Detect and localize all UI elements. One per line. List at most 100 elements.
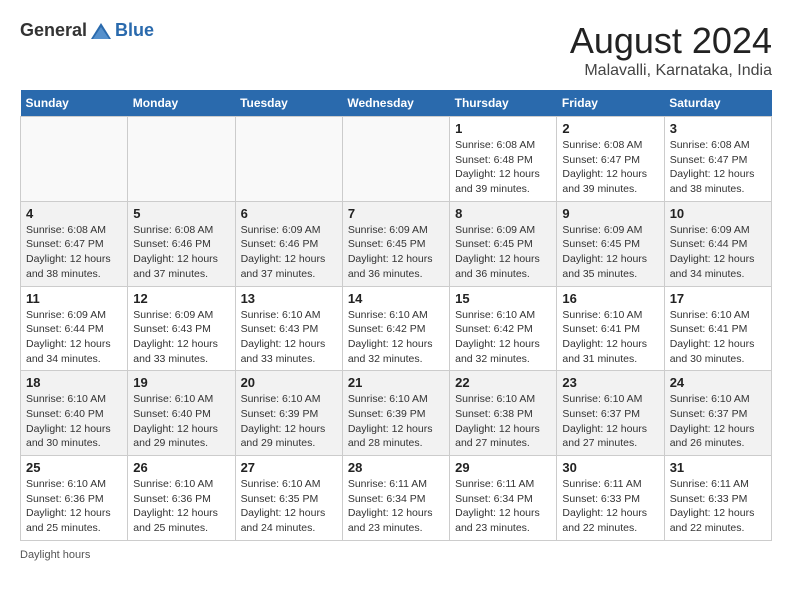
- day-number: 6: [241, 206, 337, 221]
- day-header-tuesday: Tuesday: [235, 90, 342, 117]
- day-number: 24: [670, 375, 766, 390]
- day-number: 1: [455, 121, 551, 136]
- calendar-cell: 11Sunrise: 6:09 AM Sunset: 6:44 PM Dayli…: [21, 286, 128, 371]
- day-info: Sunrise: 6:10 AM Sunset: 6:36 PM Dayligh…: [133, 477, 229, 536]
- calendar-cell: 24 Sunrise: 6:10 AM Sunset: 6:37 PM Dayli…: [664, 371, 771, 456]
- day-number: 18: [26, 375, 122, 390]
- calendar-cell: 21 Sunrise: 6:10 AM Sunset: 6:39 PM Dayli…: [342, 371, 449, 456]
- day-info: Sunrise: 6:10 AM Sunset: 6:42 PM Dayligh…: [455, 308, 551, 367]
- calendar-cell: 17 Sunrise: 6:10 AM Sunset: 6:41 PM Dayli…: [664, 286, 771, 371]
- day-info: Sunrise: 6:10 AM Sunset: 6:41 PM Dayligh…: [670, 308, 766, 367]
- day-number: 19: [133, 375, 229, 390]
- calendar-cell: 20Sunrise: 6:10 AM Sunset: 6:39 PM Dayli…: [235, 371, 342, 456]
- calendar-header-row: SundayMondayTuesdayWednesdayThursdayFrid…: [21, 90, 772, 117]
- day-number: 17: [670, 291, 766, 306]
- day-info: Sunrise: 6:09 AM Sunset: 6:44 PM Dayligh…: [26, 308, 122, 367]
- day-info: Sunrise: 6:09 AM Sunset: 6:45 PM Dayligh…: [348, 223, 444, 282]
- calendar-cell: 22 Sunrise: 6:10 AM Sunset: 6:38 PM Dayli…: [450, 371, 557, 456]
- day-info: Sunrise: 6:08 AM Sunset: 6:48 PM Dayligh…: [455, 138, 551, 197]
- day-info: Sunrise: 6:10 AM Sunset: 6:39 PM Dayligh…: [241, 392, 337, 451]
- day-info: Sunrise: 6:11 AM Sunset: 6:33 PM Dayligh…: [670, 477, 766, 536]
- logo-icon: [89, 21, 113, 41]
- day-number: 3: [670, 121, 766, 136]
- day-info: Sunrise: 6:10 AM Sunset: 6:36 PM Dayligh…: [26, 477, 122, 536]
- day-number: 28: [348, 460, 444, 475]
- calendar-cell: 30 Sunrise: 6:11 AM Sunset: 6:33 PM Dayli…: [557, 456, 664, 541]
- footer-note: Daylight hours: [20, 549, 772, 561]
- day-number: 31: [670, 460, 766, 475]
- day-number: 13: [241, 291, 337, 306]
- calendar-cell: 2Sunrise: 6:08 AM Sunset: 6:47 PM Daylig…: [557, 117, 664, 202]
- day-number: 29: [455, 460, 551, 475]
- day-number: 8: [455, 206, 551, 221]
- calendar-cell: 23 Sunrise: 6:10 AM Sunset: 6:37 PM Dayli…: [557, 371, 664, 456]
- calendar-week-row: 4 Sunrise: 6:08 AM Sunset: 6:47 PM Daylig…: [21, 201, 772, 286]
- calendar-cell: 28 Sunrise: 6:11 AM Sunset: 6:34 PM Dayli…: [342, 456, 449, 541]
- calendar-cell: [235, 117, 342, 202]
- calendar-cell: 10 Sunrise: 6:09 AM Sunset: 6:44 PM Dayli…: [664, 201, 771, 286]
- day-number: 5: [133, 206, 229, 221]
- day-info: Sunrise: 6:09 AM Sunset: 6:46 PM Dayligh…: [241, 223, 337, 282]
- day-number: 4: [26, 206, 122, 221]
- day-header-sunday: Sunday: [21, 90, 128, 117]
- calendar-cell: 16 Sunrise: 6:10 AM Sunset: 6:41 PM Dayli…: [557, 286, 664, 371]
- calendar-cell: 31 Sunrise: 6:11 AM Sunset: 6:33 PM Dayli…: [664, 456, 771, 541]
- calendar-week-row: 18 Sunrise: 6:10 AM Sunset: 6:40 PM Dayli…: [21, 371, 772, 456]
- day-number: 26: [133, 460, 229, 475]
- day-number: 22: [455, 375, 551, 390]
- calendar-cell: 26 Sunrise: 6:10 AM Sunset: 6:36 PM Dayli…: [128, 456, 235, 541]
- day-number: 23: [562, 375, 658, 390]
- day-info: Sunrise: 6:11 AM Sunset: 6:33 PM Dayligh…: [562, 477, 658, 536]
- calendar-cell: 7 Sunrise: 6:09 AM Sunset: 6:45 PM Daylig…: [342, 201, 449, 286]
- day-info: Sunrise: 6:09 AM Sunset: 6:43 PM Dayligh…: [133, 308, 229, 367]
- day-info: Sunrise: 6:09 AM Sunset: 6:45 PM Dayligh…: [562, 223, 658, 282]
- day-number: 30: [562, 460, 658, 475]
- day-number: 21: [348, 375, 444, 390]
- day-number: 10: [670, 206, 766, 221]
- day-header-thursday: Thursday: [450, 90, 557, 117]
- day-info: Sunrise: 6:10 AM Sunset: 6:38 PM Dayligh…: [455, 392, 551, 451]
- day-info: Sunrise: 6:08 AM Sunset: 6:47 PM Dayligh…: [670, 138, 766, 197]
- day-info: Sunrise: 6:08 AM Sunset: 6:47 PM Dayligh…: [562, 138, 658, 197]
- calendar-cell: [21, 117, 128, 202]
- calendar-week-row: 11Sunrise: 6:09 AM Sunset: 6:44 PM Dayli…: [21, 286, 772, 371]
- day-number: 15: [455, 291, 551, 306]
- day-number: 7: [348, 206, 444, 221]
- calendar-cell: [128, 117, 235, 202]
- calendar-cell: 4 Sunrise: 6:08 AM Sunset: 6:47 PM Daylig…: [21, 201, 128, 286]
- day-number: 12: [133, 291, 229, 306]
- day-header-saturday: Saturday: [664, 90, 771, 117]
- day-number: 25: [26, 460, 122, 475]
- day-info: Sunrise: 6:10 AM Sunset: 6:37 PM Dayligh…: [562, 392, 658, 451]
- calendar-cell: 1 Sunrise: 6:08 AM Sunset: 6:48 PM Daylig…: [450, 117, 557, 202]
- calendar-cell: 14Sunrise: 6:10 AM Sunset: 6:42 PM Dayli…: [342, 286, 449, 371]
- page-header: General Blue August 2024 Malavalli, Karn…: [20, 20, 772, 80]
- calendar-cell: 5Sunrise: 6:08 AM Sunset: 6:46 PM Daylig…: [128, 201, 235, 286]
- calendar-cell: 27 Sunrise: 6:10 AM Sunset: 6:35 PM Dayli…: [235, 456, 342, 541]
- calendar-cell: 8Sunrise: 6:09 AM Sunset: 6:45 PM Daylig…: [450, 201, 557, 286]
- day-info: Sunrise: 6:10 AM Sunset: 6:41 PM Dayligh…: [562, 308, 658, 367]
- calendar-table: SundayMondayTuesdayWednesdayThursdayFrid…: [20, 90, 772, 541]
- day-info: Sunrise: 6:10 AM Sunset: 6:39 PM Dayligh…: [348, 392, 444, 451]
- day-number: 27: [241, 460, 337, 475]
- title-block: August 2024 Malavalli, Karnataka, India: [570, 20, 772, 80]
- day-number: 14: [348, 291, 444, 306]
- calendar-cell: 29 Sunrise: 6:11 AM Sunset: 6:34 PM Dayli…: [450, 456, 557, 541]
- calendar-cell: 9Sunrise: 6:09 AM Sunset: 6:45 PM Daylig…: [557, 201, 664, 286]
- month-title: August 2024: [570, 20, 772, 62]
- day-info: Sunrise: 6:09 AM Sunset: 6:44 PM Dayligh…: [670, 223, 766, 282]
- calendar-cell: 19 Sunrise: 6:10 AM Sunset: 6:40 PM Dayli…: [128, 371, 235, 456]
- logo-general: General: [20, 20, 87, 41]
- calendar-cell: 25 Sunrise: 6:10 AM Sunset: 6:36 PM Dayli…: [21, 456, 128, 541]
- day-number: 16: [562, 291, 658, 306]
- calendar-cell: [342, 117, 449, 202]
- day-info: Sunrise: 6:11 AM Sunset: 6:34 PM Dayligh…: [455, 477, 551, 536]
- day-info: Sunrise: 6:11 AM Sunset: 6:34 PM Dayligh…: [348, 477, 444, 536]
- day-info: Sunrise: 6:10 AM Sunset: 6:40 PM Dayligh…: [133, 392, 229, 451]
- calendar-week-row: 1 Sunrise: 6:08 AM Sunset: 6:48 PM Daylig…: [21, 117, 772, 202]
- day-header-friday: Friday: [557, 90, 664, 117]
- day-info: Sunrise: 6:10 AM Sunset: 6:37 PM Dayligh…: [670, 392, 766, 451]
- day-info: Sunrise: 6:10 AM Sunset: 6:35 PM Dayligh…: [241, 477, 337, 536]
- day-info: Sunrise: 6:08 AM Sunset: 6:47 PM Dayligh…: [26, 223, 122, 282]
- calendar-cell: 15 Sunrise: 6:10 AM Sunset: 6:42 PM Dayli…: [450, 286, 557, 371]
